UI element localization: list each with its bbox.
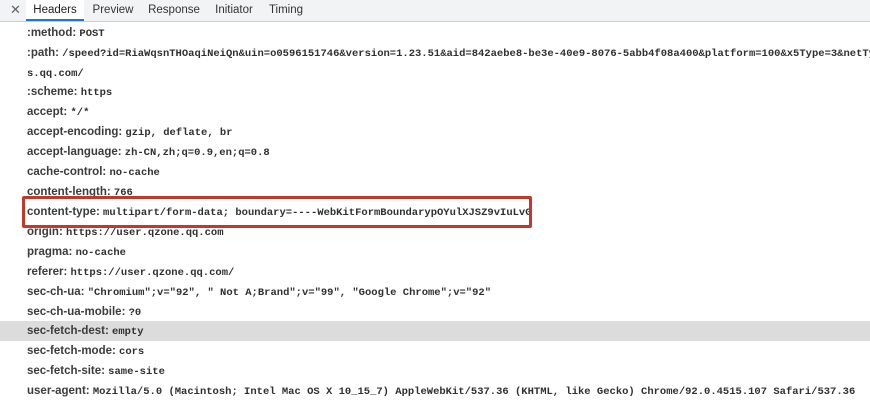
header-key: cache-control: no-cache (27, 166, 160, 179)
tab-timing[interactable]: Timing (264, 0, 308, 21)
header-value: same-site (108, 366, 165, 378)
header-value: ?0 (128, 307, 142, 319)
header-value: https (80, 87, 113, 99)
devtools-tab-bar: ✕ Headers Preview Response Initiator Tim… (0, 0, 870, 22)
header-value: no-cache (75, 247, 126, 259)
header-key: sec-fetch-mode: cors (27, 345, 145, 358)
header-key: accept: */* (27, 106, 90, 119)
content-type-callout-box (22, 196, 532, 228)
close-icon[interactable]: ✕ (10, 2, 21, 18)
header-row-user-agent: user-agent: Mozilla/5.0 (Macintosh; Inte… (0, 381, 870, 401)
header-row-sec-ch-ua: sec-ch-ua: "Chromium";v="92", " Not A;Br… (0, 282, 870, 302)
header-key: sec-ch-ua: "Chromium";v="92", " Not A;Br… (27, 286, 491, 299)
header-row-referer: referer: https://user.qzone.qq.com/ (0, 262, 870, 282)
header-value: Mozilla/5.0 (Macintosh; Intel Mac OS X 1… (92, 386, 856, 398)
header-key: sec-fetch-site: same-site (27, 365, 165, 378)
header-value: cors (119, 346, 145, 358)
tab-preview[interactable]: Preview (88, 0, 138, 21)
header-value: https://user.qzone.qq.com (65, 227, 224, 239)
header-key: :scheme: https (27, 86, 113, 99)
header-value: zh-CN,zh;q=0.9,en;q=0.8 (124, 147, 270, 159)
header-value: /speed?id=RiaWqsnTHOaqiNeiQn&uin=o059615… (62, 48, 870, 60)
header-value: POST (79, 28, 105, 40)
header-value: s.qq.com/ (27, 68, 84, 80)
header-key: :path: /speed?id=RiaWqsnTHOaqiNeiQn&uin=… (27, 43, 870, 63)
header-row-path: :path: /speed?id=RiaWqsnTHOaqiNeiQn&uin=… (0, 43, 870, 63)
tab-headers[interactable]: Headers (26, 0, 84, 21)
header-row-cache-control: cache-control: no-cache (0, 162, 870, 182)
header-value: */* (70, 107, 90, 119)
header-row-sec-ch-ua-mobile: sec-ch-ua-mobile: ?0 (0, 302, 870, 322)
header-row-accept: accept: */* (0, 102, 870, 122)
tab-initiator[interactable]: Initiator (210, 0, 258, 21)
header-row-accept-language: accept-language: zh-CN,zh;q=0.9,en;q=0.8 (0, 142, 870, 162)
header-row-accept-encoding: accept-encoding: gzip, deflate, br (0, 122, 870, 142)
header-key: accept-language: zh-CN,zh;q=0.9,en;q=0.8 (27, 146, 270, 159)
header-value: "Chromium";v="92", " Not A;Brand";v="99"… (87, 287, 491, 299)
header-key: accept-encoding: gzip, deflate, br (27, 126, 233, 139)
header-key: :method: POST (27, 27, 105, 40)
header-value: empty (112, 326, 144, 338)
header-row-method: :method: POST (0, 23, 870, 43)
tab-response[interactable]: Response (144, 0, 204, 21)
header-row-sec-fetch-mode: sec-fetch-mode: cors (0, 341, 870, 361)
header-value: gzip, deflate, br (125, 127, 233, 139)
header-key: sec-ch-ua-mobile: ?0 (27, 306, 142, 319)
header-row-pragma: pragma: no-cache (0, 242, 870, 262)
header-key: user-agent: Mozilla/5.0 (Macintosh; Inte… (27, 385, 856, 398)
header-key: s.qq.com/ (27, 63, 84, 83)
header-value: no-cache (109, 167, 160, 179)
header-row-scheme: :scheme: https (0, 82, 870, 102)
header-key: referer: https://user.qzone.qq.com/ (27, 266, 235, 279)
header-row-sec-fetch-dest[interactable]: sec-fetch-dest: empty (0, 321, 870, 341)
header-row-sec-fetch-site: sec-fetch-site: same-site (0, 361, 870, 381)
header-key: sec-fetch-dest: empty (27, 325, 144, 338)
header-key: pragma: no-cache (27, 246, 126, 259)
header-value: https://user.qzone.qq.com/ (70, 267, 235, 279)
header-row-path-continued: s.qq.com/ (0, 63, 870, 83)
